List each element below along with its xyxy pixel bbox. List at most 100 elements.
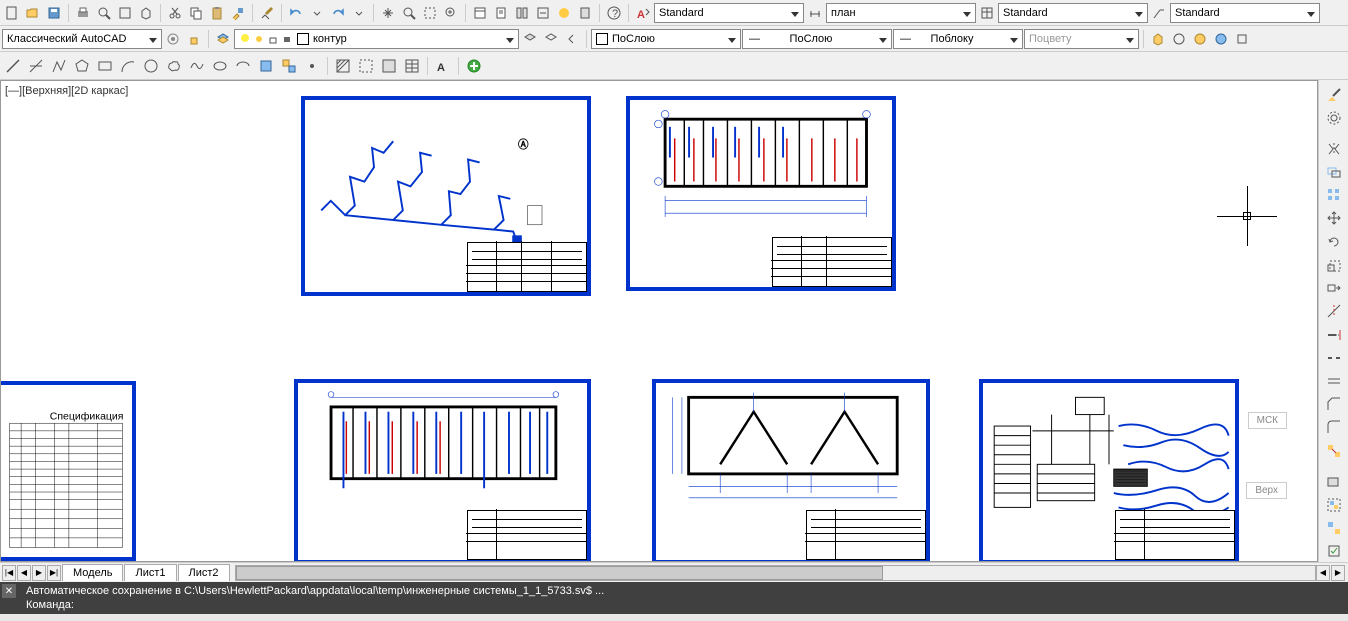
mleader-style-icon[interactable] bbox=[1149, 3, 1169, 23]
mirror-icon[interactable] bbox=[1323, 138, 1345, 159]
layer-manager-icon[interactable] bbox=[213, 29, 233, 49]
calc-icon[interactable] bbox=[533, 3, 553, 23]
tab-sheet1[interactable]: Лист1 bbox=[124, 564, 176, 581]
properties-icon[interactable] bbox=[470, 3, 490, 23]
scale-icon[interactable] bbox=[1323, 254, 1345, 275]
revision-cloud-icon[interactable] bbox=[163, 55, 185, 77]
3d-icon[interactable] bbox=[136, 3, 156, 23]
layer-iso-icon[interactable] bbox=[541, 29, 561, 49]
rectangle-icon[interactable] bbox=[94, 55, 116, 77]
render-icon[interactable] bbox=[554, 3, 574, 23]
tab-nav-prev[interactable]: ◀ bbox=[17, 565, 31, 581]
tool-palette-icon[interactable] bbox=[512, 3, 532, 23]
offset-icon[interactable] bbox=[1323, 161, 1345, 182]
dim-style-icon[interactable] bbox=[805, 3, 825, 23]
hatch-icon[interactable] bbox=[332, 55, 354, 77]
tab-sheet2[interactable]: Лист2 bbox=[178, 564, 230, 581]
extend-icon[interactable] bbox=[1323, 324, 1345, 345]
model-icon[interactable] bbox=[1148, 29, 1168, 49]
polyline-icon[interactable] bbox=[48, 55, 70, 77]
color-combo[interactable]: ПоСлою bbox=[591, 29, 741, 49]
make-block-icon[interactable] bbox=[278, 55, 300, 77]
join-icon[interactable] bbox=[1323, 370, 1345, 391]
table-style-icon[interactable] bbox=[977, 3, 997, 23]
select-similar-icon[interactable] bbox=[1323, 541, 1345, 562]
gradient-icon[interactable] bbox=[355, 55, 377, 77]
circle-icon[interactable] bbox=[140, 55, 162, 77]
point-icon[interactable] bbox=[301, 55, 323, 77]
arc-icon[interactable] bbox=[117, 55, 139, 77]
zoom-prev-icon[interactable] bbox=[441, 3, 461, 23]
table-icon[interactable] bbox=[401, 55, 423, 77]
workspace-combo[interactable]: Классический AutoCAD bbox=[2, 29, 162, 49]
fillet-icon[interactable] bbox=[1323, 417, 1345, 438]
command-line[interactable]: ✕ Автоматическое сохранение в C:\Users\H… bbox=[0, 582, 1348, 614]
text-style-combo[interactable]: Standard bbox=[654, 3, 804, 23]
paste-icon[interactable] bbox=[207, 3, 227, 23]
spline-icon[interactable] bbox=[186, 55, 208, 77]
pan-icon[interactable] bbox=[378, 3, 398, 23]
insert-block-icon[interactable] bbox=[255, 55, 277, 77]
open-icon[interactable] bbox=[23, 3, 43, 23]
layout1-icon[interactable] bbox=[1169, 29, 1189, 49]
scroll-left-icon[interactable]: ◀ bbox=[1316, 565, 1330, 581]
trim-icon[interactable] bbox=[1323, 301, 1345, 322]
undo-dropdown-icon[interactable] bbox=[307, 3, 327, 23]
mleader-style-combo[interactable]: Standard bbox=[1170, 3, 1320, 23]
redo-dropdown-icon[interactable] bbox=[349, 3, 369, 23]
region-icon[interactable] bbox=[378, 55, 400, 77]
dim-style-combo[interactable]: план bbox=[826, 3, 976, 23]
scroll-thumb[interactable] bbox=[236, 566, 884, 580]
ellipse-arc-icon[interactable] bbox=[232, 55, 254, 77]
group-icon[interactable] bbox=[1323, 494, 1345, 515]
preview-icon[interactable] bbox=[94, 3, 114, 23]
viewport-label[interactable]: [—][Верхняя][2D каркас] bbox=[5, 85, 128, 97]
move-icon[interactable] bbox=[1323, 208, 1345, 229]
workspace-settings-icon[interactable] bbox=[163, 29, 183, 49]
tab-model[interactable]: Модель bbox=[62, 564, 123, 581]
plotstyle-combo[interactable]: Поцвету bbox=[1024, 29, 1139, 49]
rotate-icon[interactable] bbox=[1323, 231, 1345, 252]
copy-properties-icon[interactable] bbox=[1323, 471, 1345, 492]
quickcalc-icon[interactable] bbox=[575, 3, 595, 23]
mtext-icon[interactable]: A bbox=[432, 55, 454, 77]
brush-icon[interactable] bbox=[257, 3, 277, 23]
tab-nav-next[interactable]: ▶ bbox=[32, 565, 46, 581]
sheet-set-icon[interactable] bbox=[491, 3, 511, 23]
layout4-icon[interactable] bbox=[1232, 29, 1252, 49]
text-style-icon[interactable]: A bbox=[633, 3, 653, 23]
match-icon[interactable] bbox=[228, 3, 248, 23]
workspace-lock-icon[interactable] bbox=[184, 29, 204, 49]
lineweight-combo[interactable]: — Поблоку bbox=[893, 29, 1023, 49]
ellipse-icon[interactable] bbox=[209, 55, 231, 77]
new-icon[interactable] bbox=[2, 3, 22, 23]
table-style-combo[interactable]: Standard bbox=[998, 3, 1148, 23]
tab-nav-first[interactable]: |◀ bbox=[2, 565, 16, 581]
copy-icon[interactable] bbox=[186, 3, 206, 23]
help-icon[interactable]: ? bbox=[604, 3, 624, 23]
construction-line-icon[interactable] bbox=[25, 55, 47, 77]
layout3-icon[interactable] bbox=[1211, 29, 1231, 49]
save-icon[interactable] bbox=[44, 3, 64, 23]
publish-icon[interactable] bbox=[115, 3, 135, 23]
chamfer-icon[interactable] bbox=[1323, 394, 1345, 415]
break-icon[interactable] bbox=[1323, 347, 1345, 368]
cmd-close-icon[interactable]: ✕ bbox=[2, 584, 16, 598]
explode-icon[interactable] bbox=[1323, 440, 1345, 461]
polygon-icon[interactable] bbox=[71, 55, 93, 77]
mck-label[interactable]: МСК bbox=[1248, 412, 1287, 429]
undo-icon[interactable] bbox=[286, 3, 306, 23]
layer-combo[interactable]: контур bbox=[234, 29, 519, 49]
line-icon[interactable] bbox=[2, 55, 24, 77]
stretch-icon[interactable] bbox=[1323, 278, 1345, 299]
zoom-icon[interactable] bbox=[399, 3, 419, 23]
print-icon[interactable] bbox=[73, 3, 93, 23]
scroll-right-icon[interactable]: ▶ bbox=[1331, 565, 1345, 581]
brush-tool-icon[interactable] bbox=[1323, 84, 1345, 105]
layout2-icon[interactable] bbox=[1190, 29, 1210, 49]
add-selected-icon[interactable] bbox=[463, 55, 485, 77]
tab-nav-last[interactable]: ▶| bbox=[47, 565, 61, 581]
redo-icon[interactable] bbox=[328, 3, 348, 23]
cut-icon[interactable] bbox=[165, 3, 185, 23]
drawing-canvas[interactable]: [—][Верхняя][2D каркас] Ⓐ bbox=[0, 80, 1318, 562]
